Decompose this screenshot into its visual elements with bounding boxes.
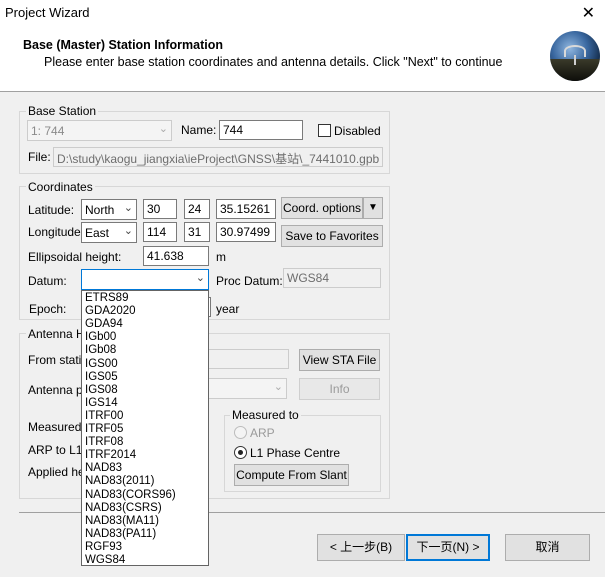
- datum-option[interactable]: ETRS89: [83, 292, 207, 305]
- epoch-unit: year: [216, 302, 240, 316]
- epoch-label: Epoch:: [29, 302, 67, 316]
- datum-option[interactable]: RGF93: [83, 541, 207, 554]
- datum-option[interactable]: IGS00: [83, 358, 207, 371]
- longitude-seconds-input[interactable]: 30.97499: [216, 222, 276, 242]
- datum-label: Datum:: [28, 274, 67, 288]
- name-label: Name:: [181, 123, 217, 137]
- base-station-select-value: 1: 744: [31, 124, 65, 138]
- header-subtitle: Please enter base station coordinates an…: [44, 55, 503, 69]
- datum-option[interactable]: GDA2020: [83, 305, 207, 318]
- datum-option[interactable]: ITRF05: [83, 423, 207, 436]
- chevron-down-icon: ⌄: [158, 123, 168, 135]
- datum-option[interactable]: NAD83(CSRS): [83, 502, 207, 515]
- antenna-profile-select[interactable]: ⌄: [205, 378, 287, 399]
- save-to-favorites-button[interactable]: Save to Favorites: [281, 225, 383, 247]
- title-bar: Project Wizard ✕: [0, 0, 605, 26]
- datum-option[interactable]: ITRF00: [83, 410, 207, 423]
- chevron-down-icon: ⌄: [123, 202, 133, 214]
- datum-option[interactable]: NAD83(PA11): [83, 528, 207, 541]
- l1-phase-centre-label: L1 Phase Centre: [250, 446, 341, 460]
- longitude-minutes-input[interactable]: 31: [184, 222, 210, 242]
- ellipsoidal-height-input[interactable]: 41.638: [143, 246, 209, 266]
- compute-from-slant-button[interactable]: Compute From Slant: [234, 464, 349, 486]
- back-button[interactable]: < 上一步(B): [317, 534, 405, 561]
- latitude-seconds-input[interactable]: 35.15261: [216, 199, 276, 219]
- window-title: Project Wizard: [5, 5, 90, 20]
- satellite-dish-logo-icon: [550, 31, 600, 81]
- chevron-down-icon: ⌄: [195, 272, 205, 284]
- disabled-label: Disabled: [334, 124, 381, 138]
- name-input[interactable]: 744: [219, 120, 303, 140]
- chevron-down-icon: ⌄: [123, 225, 133, 237]
- measured-to-label: Measured to: [230, 408, 301, 422]
- file-path-field[interactable]: D:\study\kaogu_jiangxia\ieProject\GNSS\基…: [53, 147, 383, 167]
- applied-height-label: Applied hei: [28, 465, 88, 479]
- cancel-button[interactable]: 取消: [505, 534, 590, 561]
- file-label: File:: [28, 150, 51, 164]
- latitude-label: Latitude:: [28, 203, 75, 217]
- base-station-group-label: Base Station: [26, 104, 99, 118]
- wizard-header: Base (Master) Station Information Please…: [0, 26, 605, 92]
- close-icon[interactable]: ✕: [582, 3, 595, 23]
- longitude-label: Longitude:: [28, 225, 85, 239]
- coord-options-button[interactable]: Coord. options: [281, 197, 363, 219]
- next-button[interactable]: 下一页(N) >: [406, 534, 490, 561]
- datum-option[interactable]: NAD83(CORS96): [83, 489, 207, 502]
- proc-datum-field[interactable]: WGS84: [283, 268, 381, 288]
- latitude-hemisphere-select[interactable]: North ⌄: [81, 199, 137, 220]
- datum-option[interactable]: NAD83(MA11): [83, 515, 207, 528]
- datum-option[interactable]: IGS08: [83, 384, 207, 397]
- datum-option[interactable]: IGS05: [83, 371, 207, 384]
- datum-option[interactable]: IGS14: [83, 397, 207, 410]
- from-station-field[interactable]: [205, 349, 289, 369]
- datum-dropdown-list: ETRS89 GDA2020 GDA94 IGb00 IGb08 IGS00 IGS05 IG…: [81, 290, 209, 566]
- datum-option[interactable]: IGb00: [83, 331, 207, 344]
- datum-select[interactable]: ⌄: [81, 269, 209, 290]
- longitude-hemisphere-select[interactable]: East ⌄: [81, 222, 137, 243]
- base-station-select[interactable]: 1: 744 ⌄: [27, 120, 172, 141]
- latitude-minutes-input[interactable]: 24: [184, 199, 210, 219]
- latitude-hemisphere-value: North: [85, 203, 115, 217]
- antenna-profile-label: Antenna pr: [28, 383, 87, 397]
- info-button[interactable]: Info: [299, 378, 380, 400]
- arp-radio[interactable]: [234, 426, 247, 439]
- l1-phase-centre-radio[interactable]: [234, 446, 247, 459]
- longitude-hemisphere-value: East: [85, 226, 110, 240]
- longitude-degrees-input[interactable]: 114: [143, 222, 177, 242]
- header-title: Base (Master) Station Information: [23, 38, 224, 52]
- proc-datum-label: Proc Datum:: [216, 274, 283, 288]
- datum-option[interactable]: WGS84: [83, 554, 207, 567]
- ellipsoidal-height-unit: m: [216, 250, 226, 264]
- datum-option[interactable]: GDA94: [83, 318, 207, 331]
- view-sta-file-button[interactable]: View STA File: [299, 349, 380, 371]
- arp-radio-label: ARP: [250, 426, 275, 440]
- ellipsoidal-height-label: Ellipsoidal height:: [28, 250, 122, 264]
- datum-option[interactable]: NAD83(2011): [83, 475, 207, 488]
- datum-option[interactable]: ITRF2014: [83, 449, 207, 462]
- coord-options-menu-arrow-icon[interactable]: ▼: [363, 197, 383, 219]
- latitude-degrees-input[interactable]: 30: [143, 199, 177, 219]
- coordinates-group-label: Coordinates: [26, 180, 95, 194]
- datum-option[interactable]: IGb08: [83, 344, 207, 357]
- datum-option[interactable]: ITRF08: [83, 436, 207, 449]
- chevron-down-icon: ⌄: [273, 381, 283, 393]
- disabled-checkbox[interactable]: [318, 124, 331, 137]
- datum-option[interactable]: NAD83: [83, 462, 207, 475]
